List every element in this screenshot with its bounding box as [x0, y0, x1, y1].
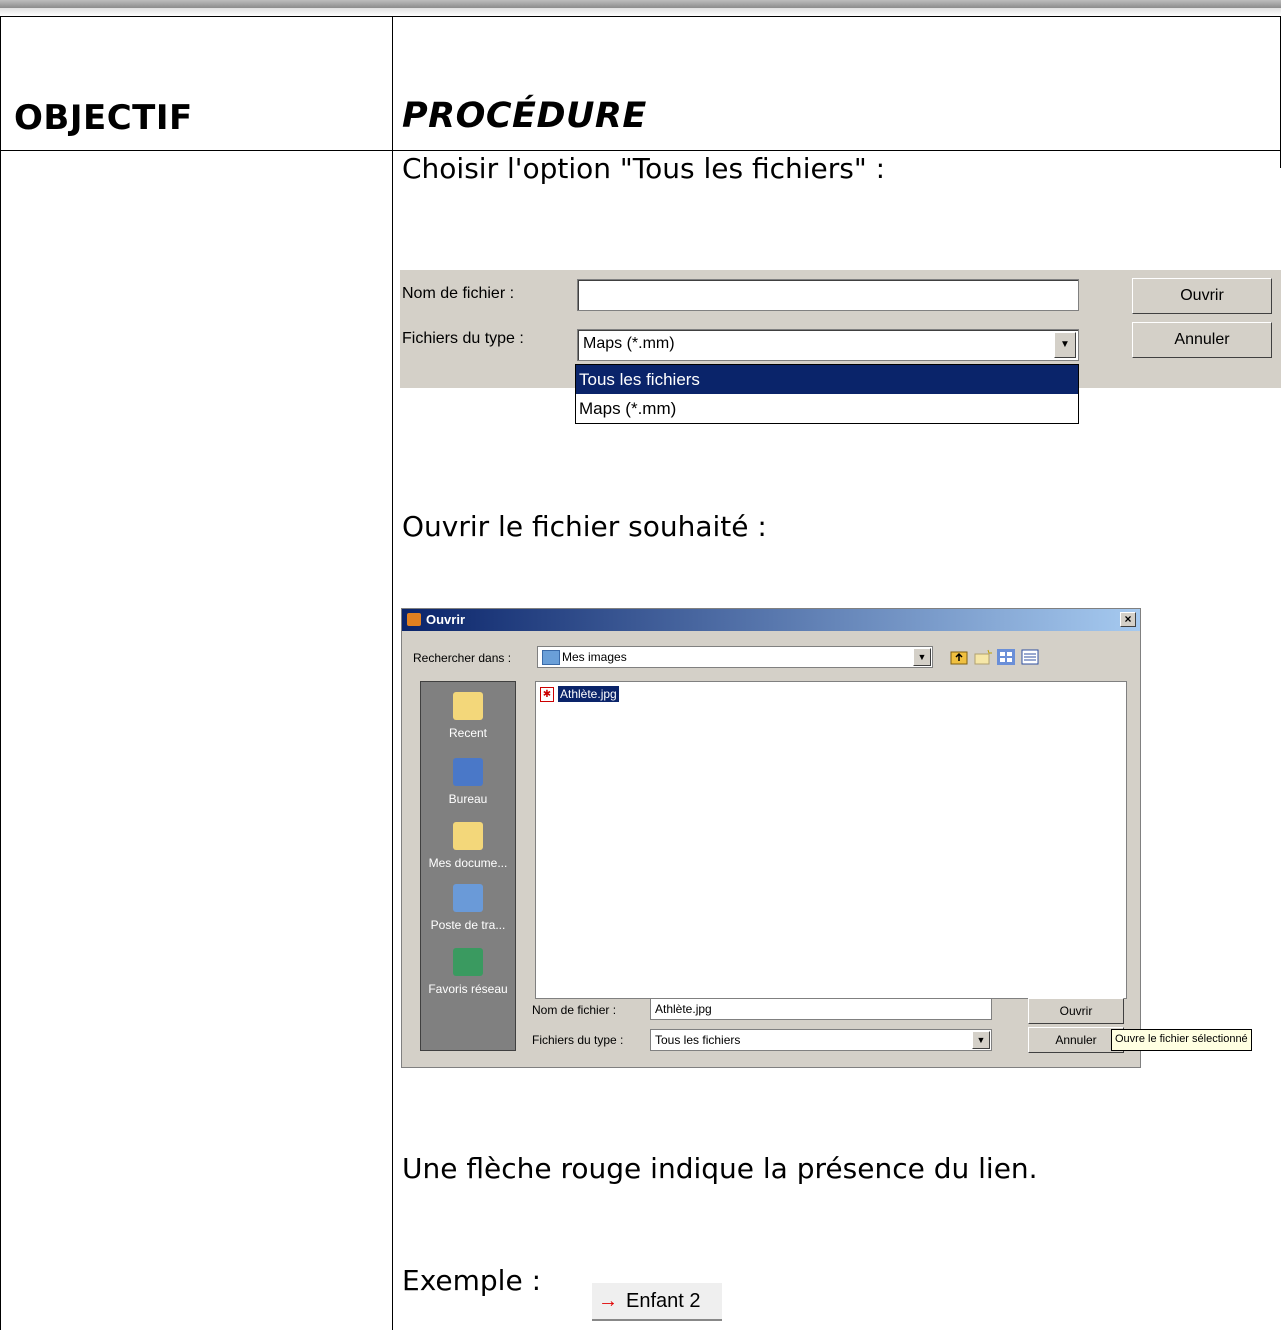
place-recent-label: Recent: [448, 726, 488, 740]
new-folder-icon[interactable]: [974, 649, 992, 665]
filename-label: Nom de fichier :: [402, 285, 515, 302]
dialog-title: Ouvrir: [426, 612, 466, 627]
filename-input[interactable]: [577, 279, 1079, 311]
filetype-dropdown-list: Tous les fichiers Maps (*.mm): [575, 364, 1079, 424]
app-icon: [407, 613, 421, 626]
filetype-select[interactable]: Maps (*.mm) ▼: [577, 329, 1079, 361]
example-node: → Enfant 2: [592, 1283, 722, 1321]
dialog-filetype-value: Tous les fichiers: [655, 1033, 741, 1047]
file-list: ✱ Athlète.jpg: [535, 681, 1127, 999]
place-network[interactable]: Favoris réseau: [421, 948, 515, 996]
example-node-label: Enfant 2: [626, 1290, 701, 1312]
filetype-label: Fichiers du type :: [402, 330, 524, 347]
table-column-divider: [392, 16, 393, 1330]
table-left-border: [0, 16, 1, 1330]
page-top-shadow: [0, 8, 1281, 16]
page-top-border: [0, 0, 1281, 8]
chevron-down-icon[interactable]: ▼: [913, 648, 931, 666]
place-computer[interactable]: Poste de tra...: [421, 884, 515, 932]
dialog-filetype-select[interactable]: Tous les fichiers ▼: [650, 1029, 992, 1051]
dialog-titlebar: Ouvrir ×: [402, 609, 1140, 631]
list-view-icon[interactable]: [997, 649, 1015, 665]
recent-icon: [453, 692, 483, 720]
details-view-icon[interactable]: [1021, 649, 1039, 665]
dialog-filetype-label: Fichiers du type :: [532, 1033, 624, 1047]
open-button-tooltip: Ouvre le fichier sélectionné: [1111, 1029, 1252, 1051]
places-bar: Recent Bureau Mes docume... Poste de tra…: [420, 681, 516, 1051]
place-desktop-label: Bureau: [448, 792, 488, 806]
lookin-select[interactable]: Mes images ▼: [537, 646, 933, 668]
file-name: Athlète.jpg: [558, 686, 619, 702]
column-header-objectif: OBJECTIF: [14, 98, 193, 138]
header-row-divider: [0, 150, 1281, 151]
red-arrow-icon: →: [598, 1290, 618, 1312]
dialog-filename-input[interactable]: Athlète.jpg: [650, 998, 992, 1020]
place-recent[interactable]: Recent: [421, 692, 515, 740]
place-documents[interactable]: Mes docume...: [421, 822, 515, 870]
step-3-text: Une flèche rouge indique la présence du …: [402, 1152, 1038, 1185]
dialog-cancel-button[interactable]: Annuler: [1028, 1027, 1124, 1053]
chevron-down-icon[interactable]: ▼: [1054, 332, 1076, 358]
lookin-label: Rechercher dans :: [413, 651, 512, 665]
step-2-text: Ouvrir le fichier souhaité :: [402, 510, 767, 543]
place-documents-label: Mes docume...: [428, 856, 508, 870]
table-top-border: [0, 16, 1281, 17]
documents-folder-icon: [453, 822, 483, 850]
place-desktop[interactable]: Bureau: [421, 758, 515, 806]
dialog-filename-value: Athlète.jpg: [655, 1002, 712, 1016]
open-file-dialog: Ouvrir × Rechercher dans : Mes images ▼ …: [401, 608, 1141, 1068]
chevron-down-icon[interactable]: ▼: [972, 1031, 990, 1049]
filetype-select-value: Maps (*.mm): [583, 335, 675, 352]
step-4-text: Exemple :: [402, 1264, 542, 1297]
cancel-button[interactable]: Annuler: [1132, 322, 1272, 358]
place-computer-label: Poste de tra...: [430, 918, 506, 932]
dropdown-option-all-files[interactable]: Tous les fichiers: [576, 365, 1078, 394]
lookin-value: Mes images: [562, 650, 627, 664]
place-network-label: Favoris réseau: [428, 982, 508, 996]
folder-pictures-icon: [542, 650, 560, 665]
network-icon: [453, 948, 483, 976]
up-folder-icon[interactable]: [950, 649, 968, 665]
open-button[interactable]: Ouvrir: [1132, 278, 1272, 314]
step-1-text: Choisir l'option "Tous les fichiers" :: [402, 152, 886, 185]
image-file-icon: ✱: [540, 687, 554, 702]
dialog-open-button[interactable]: Ouvrir: [1028, 998, 1124, 1024]
dropdown-option-maps[interactable]: Maps (*.mm): [576, 394, 1078, 423]
computer-icon: [453, 884, 483, 912]
column-header-procedure: PROCÉDURE: [402, 96, 647, 136]
desktop-icon: [453, 758, 483, 786]
dialog-filename-label: Nom de fichier :: [532, 1003, 617, 1017]
close-icon[interactable]: ×: [1120, 612, 1136, 627]
